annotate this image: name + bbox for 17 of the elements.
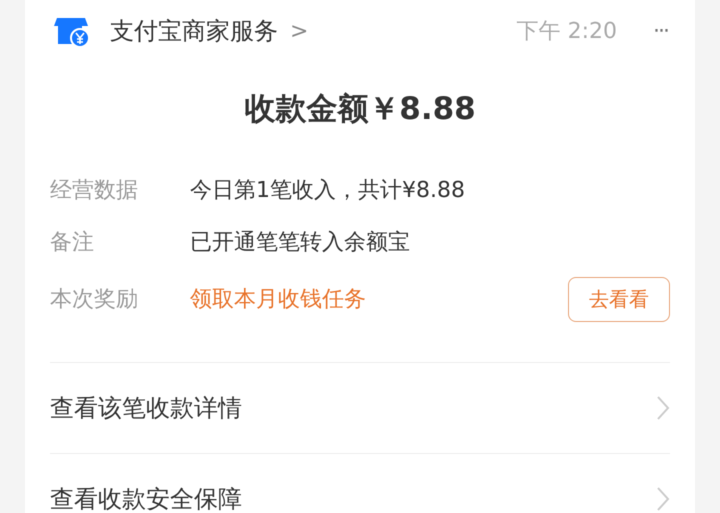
chevron-icon — [656, 486, 670, 512]
detail-value: 已开通笔笔转入余额宝 — [190, 229, 410, 257]
reward-link[interactable]: 领取本月收钱任务 — [190, 284, 366, 314]
amount-label: 收款金额 — [244, 90, 368, 129]
detail-label: 本次奖励 — [50, 286, 139, 314]
link-label[interactable]: 查看收款安全保障 — [50, 483, 242, 513]
detail-label: 经营数据 — [50, 177, 139, 205]
message-time: 下午 2:20 — [516, 18, 618, 46]
chevron-icon — [656, 395, 670, 421]
service-title[interactable]: 支付宝商家服务 — [110, 15, 278, 47]
detail-label: 备注 — [50, 229, 95, 257]
chevron-text[interactable]: > — [290, 18, 308, 44]
more-menu[interactable]: ··· — [653, 18, 668, 44]
view-button[interactable]: 去看看 — [568, 276, 670, 322]
link-label[interactable]: 查看该笔收款详情 — [50, 392, 242, 424]
amount-value: ￥8.88 — [368, 90, 476, 129]
detail-value: 今日第1笔收入，共计¥8.88 — [190, 177, 465, 205]
